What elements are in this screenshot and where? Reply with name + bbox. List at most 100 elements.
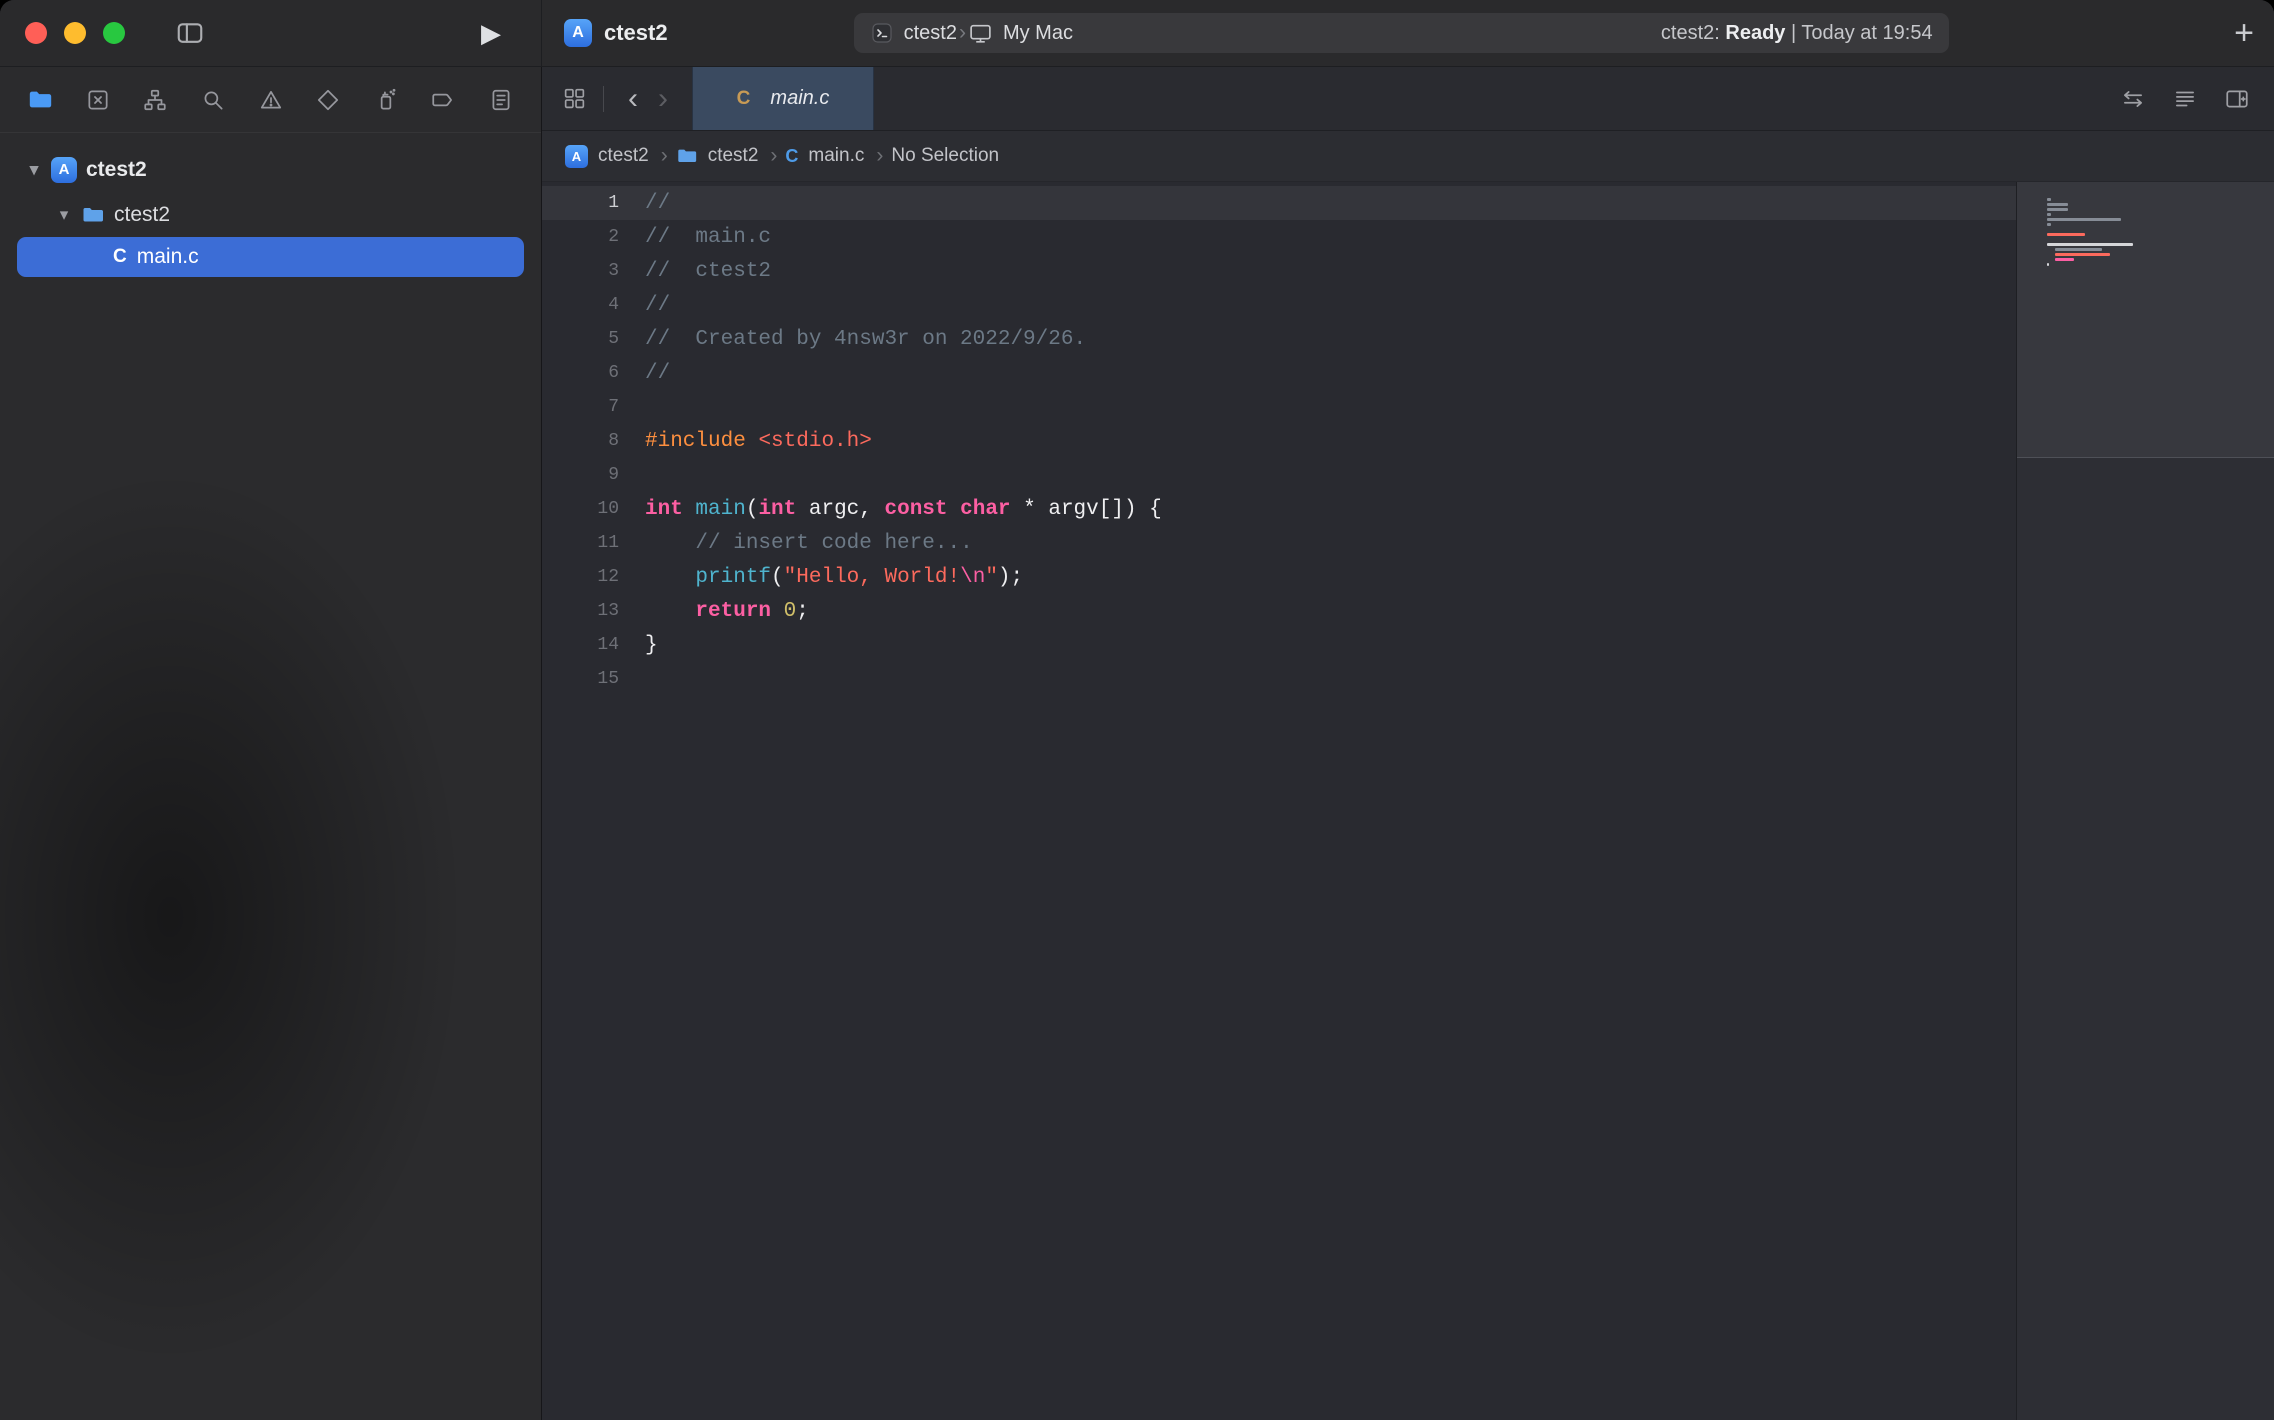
minimap-line bbox=[2055, 253, 2110, 256]
scheme-selector[interactable]: ctest2 › My Mac ctest2: Ready | Today at… bbox=[854, 13, 1949, 53]
navigator-tab-breakpoints[interactable] bbox=[423, 80, 463, 120]
minimap-line bbox=[2047, 243, 2133, 246]
navigator-tab-symbols[interactable] bbox=[135, 80, 175, 120]
breadcrumb-project[interactable]: A ctest2 bbox=[565, 145, 653, 168]
navigator-tab-find[interactable] bbox=[193, 80, 233, 120]
code-line[interactable]: 12 printf("Hello, World!\n"); bbox=[542, 560, 2016, 594]
sidebar-toggle-icon[interactable] bbox=[175, 18, 205, 48]
code-line[interactable]: 11 // insert code here... bbox=[542, 526, 2016, 560]
line-number[interactable]: 9 bbox=[542, 465, 630, 485]
code-text: // insert code here... bbox=[645, 532, 973, 555]
line-number[interactable]: 14 bbox=[542, 635, 630, 655]
code-text: return 0; bbox=[645, 600, 809, 623]
divider bbox=[603, 86, 604, 112]
scheme-app-icon bbox=[870, 21, 894, 45]
zoom-button[interactable] bbox=[103, 22, 125, 44]
line-number[interactable]: 5 bbox=[542, 329, 630, 349]
scheme-name-segment[interactable]: ctest2 bbox=[870, 21, 957, 45]
code-area[interactable]: 1 // 2// main.c3// ctest24//5// Created by… bbox=[542, 182, 2016, 1420]
c-file-icon: C bbox=[113, 246, 127, 268]
line-number[interactable]: 7 bbox=[542, 397, 630, 417]
line-number[interactable]: 4 bbox=[542, 295, 630, 315]
navigator-tab-bar bbox=[0, 67, 541, 133]
line-number[interactable]: 2 bbox=[542, 227, 630, 247]
code-line[interactable]: 1 // bbox=[542, 186, 2016, 220]
code-text: } bbox=[645, 634, 658, 657]
chevron-right-icon: › bbox=[770, 144, 777, 168]
code-text: printf("Hello, World!\n"); bbox=[645, 566, 1023, 589]
code-line[interactable]: 6// bbox=[542, 356, 2016, 390]
minimap[interactable] bbox=[2016, 182, 2274, 1420]
code-line[interactable]: 4// bbox=[542, 288, 2016, 322]
window-body: ▾ A ctest2 ▾ ctest2 C main.c bbox=[0, 67, 2274, 1420]
c-file-icon: C bbox=[737, 88, 751, 110]
navigator-tab-debug[interactable] bbox=[366, 80, 406, 120]
code-line[interactable]: 8#include <stdio.h> bbox=[542, 424, 2016, 458]
breadcrumb-group-label: ctest2 bbox=[708, 145, 759, 167]
code-line[interactable]: 13 return 0; bbox=[542, 594, 2016, 628]
breadcrumb-selection[interactable]: No Selection bbox=[891, 145, 1003, 167]
add-editor-icon[interactable] bbox=[2224, 86, 2250, 112]
folder-icon bbox=[676, 145, 698, 167]
go-back-button[interactable]: ‹ bbox=[618, 84, 648, 114]
code-review-icon[interactable] bbox=[2120, 86, 2146, 112]
breadcrumb-project-label: ctest2 bbox=[598, 145, 649, 167]
line-number[interactable]: 13 bbox=[542, 601, 630, 621]
minimap-line bbox=[2047, 268, 2133, 271]
group-label: ctest2 bbox=[114, 203, 170, 227]
line-number[interactable]: 11 bbox=[542, 533, 630, 553]
code-text: // bbox=[645, 192, 670, 215]
xcode-project-icon: A bbox=[564, 19, 592, 47]
line-number[interactable]: 3 bbox=[542, 261, 630, 281]
minimize-button[interactable] bbox=[64, 22, 86, 44]
chevron-right-icon: › bbox=[876, 144, 883, 168]
line-number[interactable]: 10 bbox=[542, 499, 630, 519]
run-destination-segment[interactable]: My Mac bbox=[968, 21, 1073, 46]
source-editor: 1 // 2// main.c3// ctest24//5// Created by… bbox=[542, 182, 2274, 1420]
navigator-tab-tests[interactable] bbox=[308, 80, 348, 120]
minimap-line bbox=[2047, 213, 2051, 216]
breadcrumb-group[interactable]: ctest2 bbox=[676, 145, 763, 167]
editor-tab-bar: ‹ › C main.c bbox=[542, 67, 2274, 131]
code-line[interactable]: 14} bbox=[542, 628, 2016, 662]
line-number[interactable]: 15 bbox=[542, 669, 630, 689]
line-number[interactable]: 1 bbox=[542, 193, 630, 213]
go-forward-button[interactable]: › bbox=[648, 84, 678, 114]
navigator-tab-source-control[interactable] bbox=[78, 80, 118, 120]
adjust-editor-options-icon[interactable] bbox=[2172, 86, 2198, 112]
code-line[interactable]: 5// Created by 4nsw3r on 2022/9/26. bbox=[542, 322, 2016, 356]
navigator-tab-issues[interactable] bbox=[251, 80, 291, 120]
breadcrumb-file[interactable]: C main.c bbox=[785, 145, 868, 167]
scheme-name: ctest2 bbox=[904, 22, 957, 45]
disclosure-triangle-icon[interactable]: ▾ bbox=[56, 205, 72, 225]
close-button[interactable] bbox=[25, 22, 47, 44]
run-button[interactable]: ▶ bbox=[481, 20, 501, 46]
line-number[interactable]: 12 bbox=[542, 567, 630, 587]
library-add-button[interactable]: + bbox=[2234, 16, 2254, 50]
window-title: ctest2 bbox=[604, 20, 668, 46]
code-line[interactable]: 2// main.c bbox=[542, 220, 2016, 254]
sidebar-item-group-ctest2[interactable]: ▾ ctest2 bbox=[0, 192, 541, 237]
minimap-line bbox=[2047, 233, 2085, 236]
minimap-line bbox=[2047, 223, 2051, 226]
navigator-tab-reports[interactable] bbox=[481, 80, 521, 120]
code-line[interactable]: 9 bbox=[542, 458, 2016, 492]
line-number[interactable]: 6 bbox=[542, 363, 630, 383]
sidebar-item-project-ctest2[interactable]: ▾ A ctest2 bbox=[0, 147, 541, 192]
minimap-line bbox=[2047, 238, 2133, 241]
toolbar: ▶ A ctest2 ctest2 › My Mac bbox=[0, 0, 2274, 67]
sidebar-item-main-c[interactable]: C main.c bbox=[17, 237, 524, 277]
code-line[interactable]: 7 bbox=[542, 390, 2016, 424]
tab-main-c[interactable]: C main.c bbox=[692, 67, 874, 130]
navigator-tab-project[interactable] bbox=[20, 80, 60, 120]
related-items-grid-icon[interactable] bbox=[562, 86, 587, 111]
tab-label: main.c bbox=[770, 87, 829, 110]
code-line[interactable]: 15 bbox=[542, 662, 2016, 696]
disclosure-triangle-icon[interactable]: ▾ bbox=[26, 160, 42, 180]
toolbar-left: ▶ bbox=[0, 0, 542, 66]
minimap-line bbox=[2047, 228, 2133, 231]
code-line[interactable]: 3// ctest2 bbox=[542, 254, 2016, 288]
line-number[interactable]: 8 bbox=[542, 431, 630, 451]
code-line[interactable]: 10int main(int argc, const char * argv[]… bbox=[542, 492, 2016, 526]
chevron-right-icon: › bbox=[661, 144, 668, 168]
